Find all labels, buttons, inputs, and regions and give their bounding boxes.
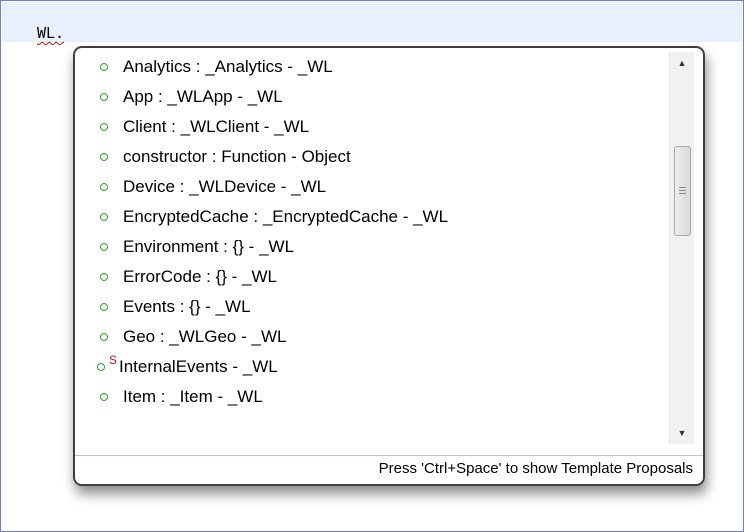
proposal-list[interactable]: Analytics : _Analytics - _WL App : _WLApp…: [75, 52, 669, 444]
proposal-label: Geo : _WLGeo - _WL: [123, 327, 287, 346]
proposal-item[interactable]: Device : _WLDevice - _WL: [75, 172, 669, 202]
scroll-up-button[interactable]: ▲: [670, 52, 694, 74]
editor-current-line[interactable]: WL.: [2, 2, 742, 42]
green-circle-field-icon: [100, 153, 108, 161]
proposal-item[interactable]: App : _WLApp - _WL: [75, 82, 669, 112]
proposal-item[interactable]: constructor : Function - Object: [75, 142, 669, 172]
content-assist-popup: Analytics : _Analytics - _WL App : _WLApp…: [73, 46, 705, 486]
green-circle-field-icon: [100, 213, 108, 221]
status-bar: Press 'Ctrl+Space' to show Template Prop…: [75, 455, 703, 484]
proposal-item[interactable]: Analytics : _Analytics - _WL: [75, 52, 669, 82]
green-circle-field-icon: [100, 243, 108, 251]
proposal-label: ErrorCode : {} - _WL: [123, 267, 278, 286]
proposal-label: Analytics : _Analytics - _WL: [123, 57, 333, 76]
green-circle-field-icon: [100, 63, 108, 71]
proposal-label: Item : _Item - _WL: [123, 387, 263, 406]
proposal-item[interactable]: S InternalEvents - _WL: [75, 352, 669, 382]
green-circle-field-icon: [100, 333, 108, 341]
proposal-label: Environment : {} - _WL: [123, 237, 295, 256]
green-circle-field-icon: [100, 273, 108, 281]
proposal-label: constructor : Function - Object: [123, 147, 351, 166]
scroll-thumb[interactable]: [674, 146, 691, 236]
green-circle-field-icon: [100, 183, 108, 191]
proposal-label: InternalEvents - _WL: [119, 357, 278, 376]
proposal-item[interactable]: EncryptedCache : _EncryptedCache - _WL: [75, 202, 669, 232]
proposal-item[interactable]: Geo : _WLGeo - _WL: [75, 322, 669, 352]
green-circle-field-icon: [100, 303, 108, 311]
green-circle-field-icon: [100, 123, 108, 131]
grip-icon: [679, 187, 686, 195]
editor-frame: WL. Analytics : _Analytics - _WL App : _W…: [0, 0, 744, 532]
proposal-scrollbar[interactable]: ▲ ▼: [669, 52, 694, 444]
template-proposals-hint[interactable]: Press 'Ctrl+Space' to show Template Prop…: [379, 460, 693, 477]
green-circle-static-field-icon: [97, 363, 105, 371]
proposal-label: Events : {} - _WL: [123, 297, 251, 316]
proposal-item[interactable]: Client : _WLClient - _WL: [75, 112, 669, 142]
editor-code-text[interactable]: WL.: [37, 24, 64, 42]
proposal-item[interactable]: ErrorCode : {} - _WL: [75, 262, 669, 292]
proposal-item[interactable]: Events : {} - _WL: [75, 292, 669, 322]
proposal-item[interactable]: Environment : {} - _WL: [75, 232, 669, 262]
green-circle-field-icon: [100, 93, 108, 101]
proposal-item[interactable]: Item : _Item - _WL: [75, 382, 669, 412]
proposal-label: Client : _WLClient - _WL: [123, 117, 310, 136]
proposal-label: App : _WLApp - _WL: [123, 87, 283, 106]
scroll-down-button[interactable]: ▼: [670, 422, 694, 444]
green-circle-field-icon: [100, 393, 108, 401]
proposal-label: Device : _WLDevice - _WL: [123, 177, 327, 196]
proposal-label: EncryptedCache : _EncryptedCache - _WL: [123, 207, 449, 226]
static-badge-icon: S: [109, 353, 118, 367]
